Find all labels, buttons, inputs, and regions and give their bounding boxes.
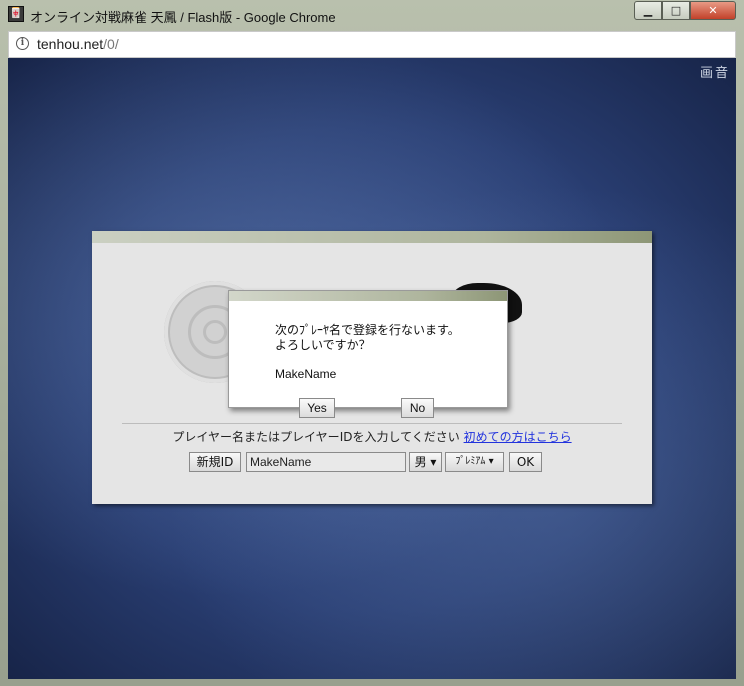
browser-window: 🀄 オンライン対戦麻雀 天鳳 / Flash版 - Google Chrome … — [0, 0, 744, 686]
new-id-button[interactable]: 新規ID — [189, 452, 241, 472]
window-title: オンライン対戦麻雀 天鳳 / Flash版 - Google Chrome — [30, 10, 336, 25]
confirm-dialog: 次のﾌﾟﾚｰﾔ名で登録を行ないます。 よろしいですか？ MakeName Yes… — [228, 290, 508, 418]
dialog-message-line2: よろしいですか？ — [275, 338, 371, 352]
url-text[interactable]: tenhou.net/0/ — [37, 36, 119, 52]
panel-header — [92, 231, 652, 243]
ok-button[interactable]: OK — [509, 452, 542, 472]
dialog-message: 次のﾌﾟﾚｰﾔ名で登録を行ないます。 よろしいですか？ — [275, 323, 460, 353]
red-seal-icon — [524, 361, 540, 377]
yes-button[interactable]: Yes — [299, 398, 335, 418]
premium-select[interactable]: ﾌﾟﾚﾐｱﾑ ▾ — [445, 452, 504, 472]
info-icon[interactable]: i — [16, 37, 29, 50]
instruction-text: プレイヤー名またはプレイヤーIDを入力してください 初めての方はこちら — [92, 428, 652, 445]
minimize-button[interactable]: ▁ — [634, 1, 662, 20]
url-path: /0/ — [103, 36, 119, 52]
dialog-player-name: MakeName — [275, 367, 337, 381]
title-bar: 🀄 オンライン対戦麻雀 天鳳 / Flash版 - Google Chrome … — [0, 0, 744, 30]
maximize-button[interactable]: □ — [662, 1, 690, 20]
app-icon: 🀄 — [8, 6, 24, 22]
url-host: tenhou.net — [37, 36, 104, 52]
help-link[interactable]: 初めての方はこちら — [464, 430, 572, 444]
instruction-label: プレイヤー名またはプレイヤーIDを入力してください — [172, 430, 460, 444]
address-bar[interactable]: i tenhou.net/0/ — [8, 31, 736, 58]
divider — [122, 423, 622, 424]
close-button[interactable]: ✕ — [690, 1, 736, 20]
dialog-message-line1: 次のﾌﾟﾚｰﾔ名で登録を行ないます。 — [275, 323, 460, 337]
sex-select[interactable]: 男 ▾ — [409, 452, 442, 472]
page-content: 画音 プレイヤー名またはプレイヤーIDを入力してください 初めての方はこちら 新… — [8, 58, 736, 679]
player-name-input[interactable]: MakeName — [246, 452, 406, 472]
graphics-sound-toggle[interactable]: 画音 — [700, 62, 730, 81]
no-button[interactable]: No — [401, 398, 434, 418]
dialog-header — [229, 291, 507, 301]
